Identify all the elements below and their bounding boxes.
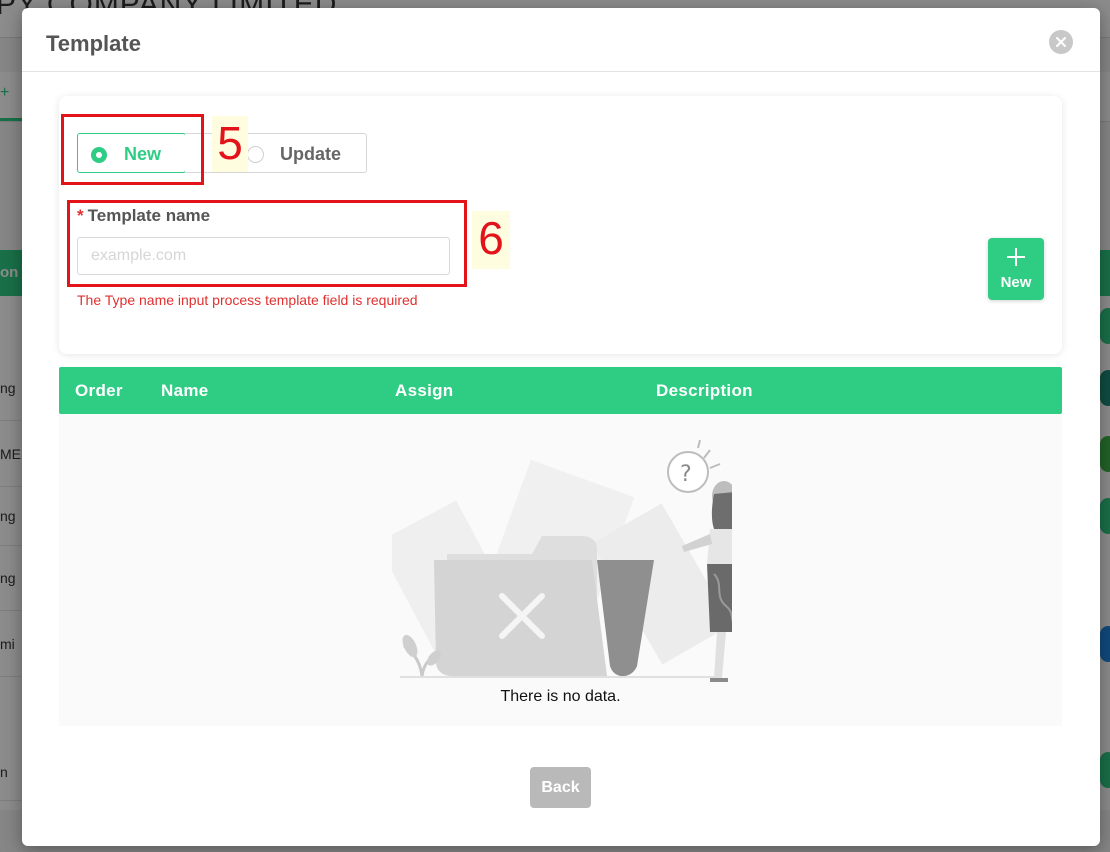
modal-title: Template [46,31,141,56]
steps-table-header: Order Name Assign Description [59,367,1062,414]
empty-folder-illustration-icon: ? [392,439,732,682]
template-name-error: The Type name input process template fie… [77,292,418,308]
add-new-step-label: New [1000,274,1032,291]
back-button[interactable]: Back [530,767,591,808]
column-header-description[interactable]: Description [656,381,753,401]
add-new-step-button[interactable]: New [988,238,1044,300]
radio-unchecked-icon [247,146,264,163]
annotation-number-6: 6 [472,211,510,269]
annotation-number-5: 5 [212,116,248,172]
template-modal: Template New Update *Template name The T… [22,8,1100,846]
column-header-order[interactable]: Order [75,381,123,401]
empty-state-text: There is no data. [500,688,621,705]
close-icon [1056,37,1066,47]
modal-header: Template [22,8,1100,72]
close-button[interactable] [1049,30,1073,54]
radio-update-label: Update [280,144,342,164]
column-header-assign[interactable]: Assign [395,381,453,401]
plus-icon [1007,248,1025,266]
column-header-name[interactable]: Name [161,381,209,401]
svg-text:?: ? [680,462,692,487]
steps-table-body: ? There is no data. [59,414,1062,726]
annotation-box-template-name [67,200,467,287]
annotation-box-new-option [61,114,204,185]
